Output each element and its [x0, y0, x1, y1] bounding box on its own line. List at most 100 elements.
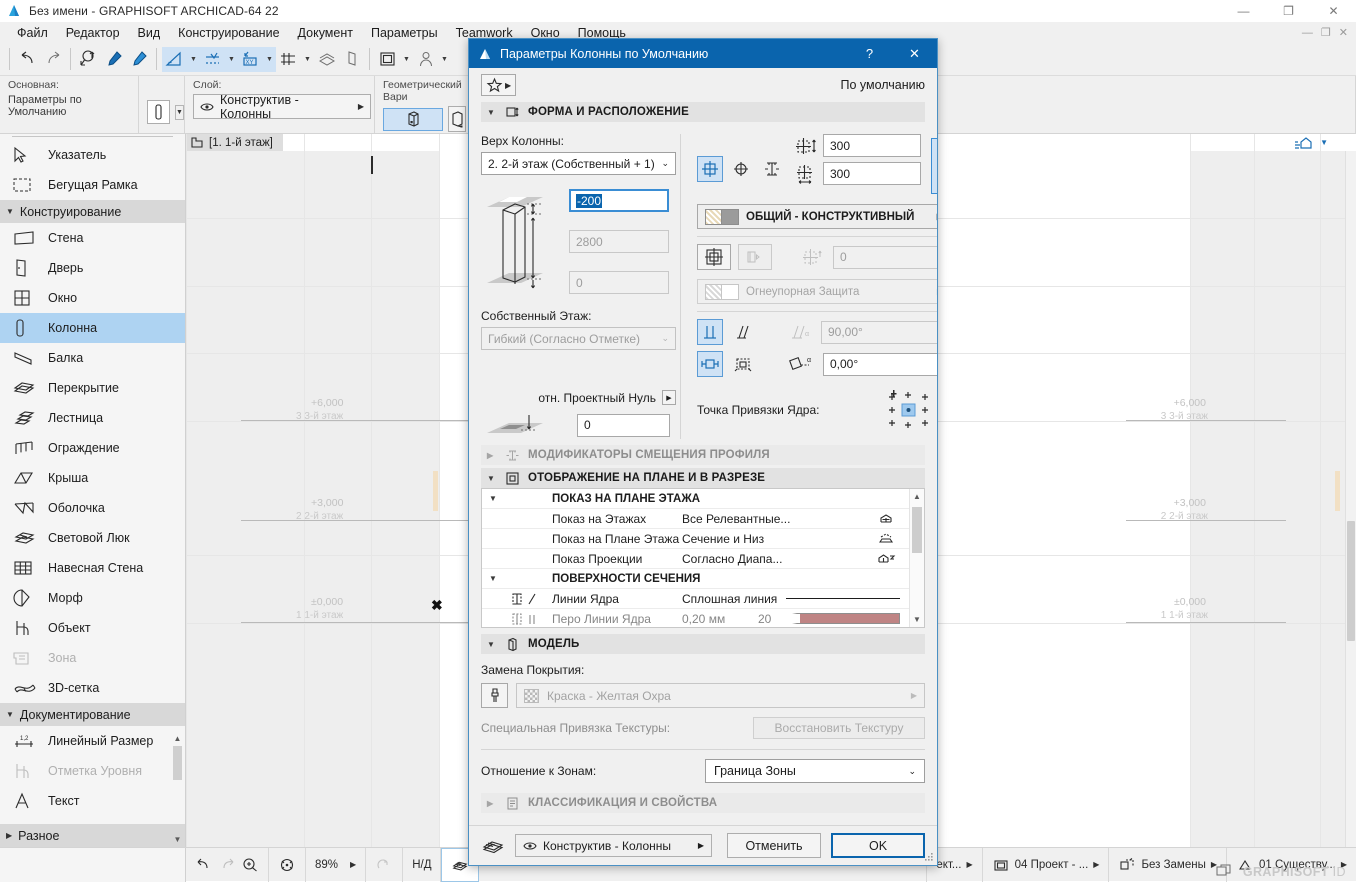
project-zero-dropdown-icon[interactable]: ▶ [662, 390, 676, 405]
dialog-close-button[interactable]: ✕ [892, 39, 937, 68]
section-header-floorplan-section[interactable]: ▼ ОТОБРАЖЕНИЕ НА ПЛАНЕ И В РАЗРЕЗЕ [481, 468, 925, 488]
column-wrap-icon[interactable] [730, 351, 756, 377]
section-header-model[interactable]: ▼ МОДЕЛЬ [481, 634, 925, 654]
shape-circular-icon[interactable] [728, 156, 754, 182]
veneer-toggle-icon[interactable] [738, 244, 772, 270]
scroll-up-icon[interactable]: ▲ [173, 734, 182, 743]
anchor-point-grid[interactable] [887, 389, 931, 431]
snap-points-dropdown-icon[interactable]: ▼ [225, 47, 238, 72]
section-header-form-placement[interactable]: ▼ ФОРМА И РАСПОЛОЖЕНИЕ [481, 102, 925, 122]
guide-lines-icon[interactable] [162, 47, 187, 72]
core-depth-input[interactable]: 300 [823, 134, 921, 157]
doc-minimize-button[interactable]: — [1302, 27, 1313, 39]
building-material-select[interactable]: ОБЩИЙ - КОНСТРУКТИВНЫЙ ▶ [697, 204, 937, 229]
shape-rectangular-icon[interactable] [697, 156, 723, 182]
toolbox-item-slab[interactable]: Перекрытие [0, 373, 185, 403]
parameter-transfer-inject-icon[interactable] [126, 47, 151, 72]
user-icon[interactable] [413, 47, 438, 72]
menu-edit[interactable]: Редактор [57, 24, 129, 42]
toolbox-item-wall[interactable]: Стена [0, 223, 185, 253]
vertical-plane-icon[interactable] [339, 47, 364, 72]
toolbox-item-zone[interactable]: Зона [0, 643, 185, 673]
toolbox-group-construction[interactable]: ▼ Конструирование [0, 200, 185, 223]
undo-icon[interactable] [15, 47, 40, 72]
section-header-classification[interactable]: ▶ КЛАССИФИКАЦИЯ И СВОЙСТВА [481, 793, 925, 813]
find-select-icon[interactable] [76, 47, 101, 72]
section-header-profile-modifiers[interactable]: ▶ МОДИФИКАТОРЫ СМЕЩЕНИЯ ПРОФИЛЯ [481, 445, 925, 465]
marquee-dropdown-icon[interactable]: ▼ [400, 47, 413, 72]
toolbox-item-text[interactable]: Текст [0, 786, 185, 816]
list-item-row[interactable]: Показ на Плане Этажа Сечение и Низ [482, 529, 924, 549]
toolbox-item-object[interactable]: Объект [0, 613, 185, 643]
shape-profiled-icon[interactable] [759, 156, 785, 182]
snap-points-icon[interactable] [200, 47, 225, 72]
project-zero-input[interactable]: 0 [577, 414, 670, 437]
toolbox-item-curtain-wall[interactable]: Навесная Стена [0, 553, 185, 583]
column-preview-icon[interactable] [147, 100, 170, 124]
list-item-row[interactable]: Показ на Этажах Все Релевантные... [482, 509, 924, 529]
grid-snap-dropdown-icon[interactable]: ▼ [301, 47, 314, 72]
toolbox-item-window[interactable]: Окно [0, 283, 185, 313]
toolbox-group-misc[interactable]: ▶ Разное [0, 824, 185, 847]
core-only-icon[interactable] [697, 244, 731, 270]
guide-lines-dropdown-icon[interactable]: ▼ [187, 47, 200, 72]
graphisoft-id-badge[interactable]: GRAPHISOFT ID [1215, 864, 1346, 879]
favorites-button[interactable]: ▶ [481, 74, 516, 96]
tool-preview-dropdown-icon[interactable]: ▼ [175, 105, 184, 120]
canvas-scroll-thumb[interactable] [1347, 521, 1355, 641]
toolbox-group-documentation[interactable]: ▼ Документирование [0, 703, 185, 726]
list-group-row[interactable]: ▼ ПОВЕРХНОСТИ СЕЧЕНИЯ [482, 569, 924, 589]
menu-options[interactable]: Параметры [362, 24, 447, 42]
toolbox-item-beam[interactable]: Балка [0, 343, 185, 373]
menu-document[interactable]: Документ [289, 24, 362, 42]
menu-design[interactable]: Конструирование [169, 24, 288, 42]
geometry-rotated-column-icon[interactable] [448, 106, 466, 132]
zone-relation-select[interactable]: Граница Зоны ⌄ [705, 759, 925, 783]
close-button[interactable]: ✕ [1311, 0, 1356, 22]
list-item-row[interactable]: Линии Ядра Сплошная линия [482, 589, 924, 609]
list-scroll-thumb[interactable] [912, 507, 922, 553]
toolbox-item-mesh[interactable]: 3D-сетка [0, 673, 185, 703]
grid-snap-icon[interactable] [276, 47, 301, 72]
coordinate-xy-icon[interactable]: XY [238, 47, 263, 72]
house-3d-icon[interactable] [1292, 134, 1316, 151]
surface-select[interactable]: Краска - Желтая Охра ▶ [516, 683, 925, 708]
chevron-down-icon[interactable]: ▼ [1320, 138, 1328, 147]
layer-combobox[interactable]: Конструктив - Колонны ▶ [193, 94, 371, 119]
toolbox-item-column[interactable]: Колонна [0, 313, 185, 343]
chevron-down-icon[interactable]: ▼ [482, 574, 504, 583]
canvas-vertical-scrollbar[interactable] [1345, 151, 1356, 847]
canvas-3d-nav[interactable]: ▼ [1292, 134, 1328, 151]
home-story-select[interactable]: Гибкий (Согласно Отметке) ⌄ [481, 327, 676, 350]
zoom-level-value[interactable]: 89% [315, 859, 338, 871]
menu-view[interactable]: Вид [129, 24, 170, 42]
toolbox-item-morph[interactable]: Морф [0, 583, 185, 613]
statusbar-renovation-override-cell[interactable]: Без Замены ▶ [1109, 848, 1227, 882]
parameter-transfer-pick-icon[interactable] [101, 47, 126, 72]
canvas-tab-story[interactable]: [1. 1-й этаж] [186, 134, 283, 151]
menu-file[interactable]: Файл [8, 24, 57, 42]
marquee-tool-icon[interactable] [375, 47, 400, 72]
project-map-dropdown-icon[interactable]: ▶ [1093, 860, 1099, 869]
resize-grip-icon[interactable] [925, 853, 934, 862]
column-cross-section-icon[interactable] [697, 351, 723, 377]
maximize-button[interactable]: ❐ [1266, 0, 1311, 22]
toolbox-item-marquee[interactable]: Бегущая Рамка [0, 170, 185, 200]
toolbox-scroll-thumb[interactable] [173, 746, 182, 780]
minimize-button[interactable]: — [1221, 0, 1266, 22]
link-proportions-toggle[interactable] [931, 138, 937, 194]
reset-texture-button[interactable]: Восстановить Текстуру [753, 717, 925, 739]
pen-set-dropdown-icon[interactable]: ▶ [966, 860, 972, 869]
chevron-down-icon[interactable]: ▼ [482, 494, 504, 503]
toolbox-scrollbar[interactable]: ▲ ▼ [173, 734, 182, 844]
zoom-previous-icon[interactable] [195, 856, 213, 874]
layer-plane-icon[interactable] [314, 47, 339, 72]
toolbox-item-arrow[interactable]: Указатель [0, 140, 185, 170]
zoom-in-icon[interactable] [241, 856, 259, 874]
user-dropdown-icon[interactable]: ▼ [438, 47, 451, 72]
scroll-down-icon[interactable]: ▼ [173, 835, 182, 844]
column-slanted-icon[interactable] [730, 319, 756, 345]
doc-close-button[interactable]: ✕ [1339, 26, 1348, 39]
layers-stack-icon[interactable] [481, 836, 505, 855]
doc-restore-button[interactable]: ❐ [1321, 26, 1331, 39]
